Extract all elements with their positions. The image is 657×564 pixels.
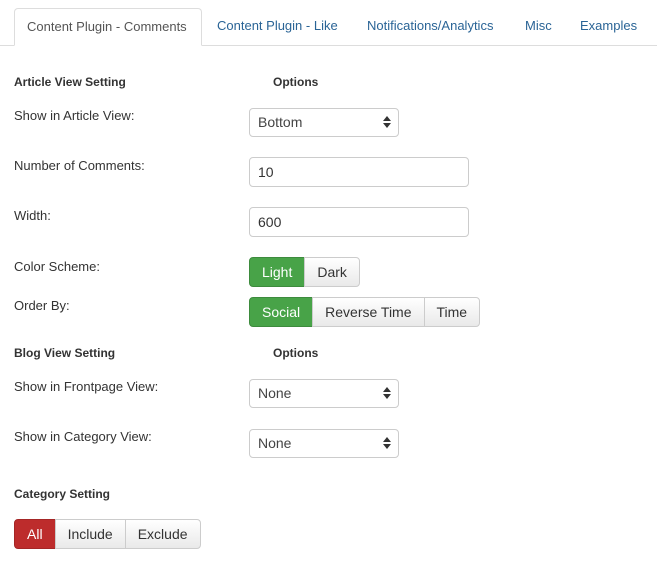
tab-examples[interactable]: Examples: [568, 8, 649, 45]
article-view-heading: Article View Setting: [14, 75, 126, 89]
width-label: Width:: [14, 208, 51, 223]
category-filter-toggle: All Include Exclude: [14, 519, 201, 549]
order-by-time-button[interactable]: Time: [423, 297, 481, 327]
show-in-frontpage-view-select[interactable]: None: [249, 379, 399, 408]
color-scheme-dark-button[interactable]: Dark: [304, 257, 360, 287]
number-of-comments-label: Number of Comments:: [14, 158, 145, 173]
show-in-article-view-select[interactable]: Bottom: [249, 108, 399, 137]
order-by-reverse-time-button[interactable]: Reverse Time: [312, 297, 425, 327]
show-in-category-view-select[interactable]: None: [249, 429, 399, 458]
order-by-label: Order By:: [14, 298, 70, 313]
select-arrows-icon: [383, 436, 391, 450]
show-in-article-view-value: Bottom: [258, 114, 303, 130]
color-scheme-light-button[interactable]: Light: [249, 257, 306, 287]
tab-notifications-analytics[interactable]: Notifications/Analytics: [355, 8, 505, 45]
order-by-social-button[interactable]: Social: [249, 297, 314, 327]
category-include-button[interactable]: Include: [54, 519, 126, 549]
blog-view-heading: Blog View Setting: [14, 346, 116, 360]
tab-bar: Content Plugin - Comments Content Plugin…: [0, 8, 657, 46]
color-scheme-label: Color Scheme:: [14, 259, 100, 274]
blog-view-options-heading: Options: [273, 346, 319, 360]
show-in-category-view-label: Show in Category View:: [14, 429, 152, 444]
category-setting-heading: Category Setting: [14, 487, 111, 501]
select-arrows-icon: [383, 115, 391, 129]
tab-misc[interactable]: Misc: [513, 8, 564, 45]
show-in-frontpage-view-label: Show in Frontpage View:: [14, 379, 159, 394]
number-of-comments-input[interactable]: [249, 157, 469, 187]
color-scheme-toggle: Light Dark: [249, 257, 360, 287]
select-arrows-icon: [383, 386, 391, 400]
show-in-article-view-label: Show in Article View:: [14, 108, 135, 123]
tab-content-plugin-like[interactable]: Content Plugin - Like: [205, 8, 350, 45]
category-exclude-button[interactable]: Exclude: [124, 519, 201, 549]
show-in-category-view-value: None: [258, 435, 292, 451]
width-input[interactable]: [249, 207, 469, 237]
article-view-options-heading: Options: [273, 75, 319, 89]
tab-content-plugin-comments[interactable]: Content Plugin - Comments: [14, 8, 202, 46]
category-all-button[interactable]: All: [14, 519, 56, 549]
show-in-frontpage-view-value: None: [258, 385, 292, 401]
order-by-toggle: Social Reverse Time Time: [249, 297, 481, 327]
plugin-settings-page: Content Plugin - Comments Content Plugin…: [0, 0, 657, 564]
